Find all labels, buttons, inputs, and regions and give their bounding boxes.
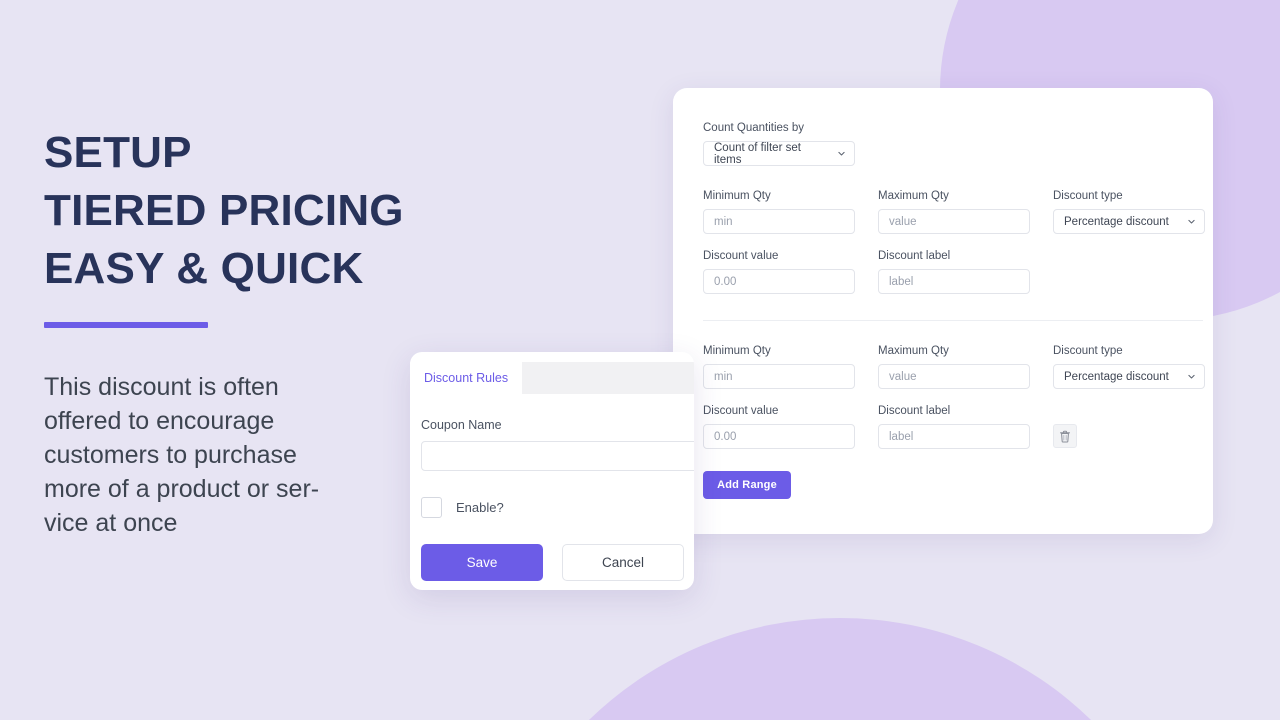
discount-label-input[interactable]: label [878, 424, 1030, 449]
save-button[interactable]: Save [421, 544, 543, 581]
hero-description-line-3: customers to purchase [44, 441, 297, 469]
tab-inactive-area[interactable] [522, 362, 694, 394]
coupon-name-input[interactable] [421, 441, 694, 471]
trash-icon [1060, 430, 1070, 443]
minimum-qty-field: Minimum Qty min [703, 190, 855, 234]
discount-type-field: Discount type Percentage discount [1053, 345, 1205, 389]
hero-description-line-4: more of a product or ser- [44, 475, 320, 503]
maximum-qty-label: Maximum Qty [878, 190, 949, 202]
page-title-line-1: SETUP [44, 128, 192, 177]
maximum-qty-field: Maximum Qty value [878, 345, 1030, 389]
minimum-qty-label: Minimum Qty [703, 345, 771, 357]
minimum-qty-input[interactable]: min [703, 364, 855, 389]
count-quantities-value: Count of filter set items [714, 141, 801, 166]
tab-discount-rules[interactable]: Discount Rules [410, 362, 523, 394]
discount-type-select[interactable]: Percentage discount [1053, 209, 1205, 234]
discount-value-label: Discount value [703, 250, 779, 262]
discount-type-label: Discount type [1053, 345, 1123, 357]
dialog-tab-bar: Discount Rules [410, 362, 694, 394]
discount-type-field: Discount type Percentage discount [1053, 190, 1205, 234]
coupon-name-label: Coupon Name [421, 418, 502, 432]
count-quantities-select[interactable]: Count of filter set items [703, 141, 855, 166]
chevron-down-icon [1188, 219, 1195, 224]
minimum-qty-label: Minimum Qty [703, 190, 771, 202]
discount-value-field: Discount value 0.00 [703, 405, 855, 449]
page-title-line-2: TIERED PRICING [44, 186, 404, 235]
hero-description-line-5: vice at once [44, 509, 178, 537]
discount-label-label: Discount label [878, 405, 951, 417]
discount-value-input[interactable]: 0.00 [703, 269, 855, 294]
enable-label: Enable? [456, 500, 504, 515]
enable-checkbox[interactable] [421, 497, 442, 518]
maximum-qty-label: Maximum Qty [878, 345, 949, 357]
enable-row: Enable? [421, 497, 694, 518]
minimum-qty-field: Minimum Qty min [703, 345, 855, 389]
count-quantities-label: Count Quantities by [703, 122, 805, 134]
discount-type-label: Discount type [1053, 190, 1123, 202]
count-quantities-field: Count Quantities by Count of filter set … [703, 122, 855, 166]
maximum-qty-field: Maximum Qty value [878, 190, 1030, 234]
discount-type-select[interactable]: Percentage discount [1053, 364, 1205, 389]
tiered-pricing-panel: Count Quantities by Count of filter set … [673, 88, 1213, 534]
dialog-body: Coupon Name Enable? Save Cancel [410, 394, 694, 581]
tier-row: Minimum Qty min Maximum Qty value Discou… [703, 345, 1213, 449]
discount-label-input[interactable]: label [878, 269, 1030, 294]
discount-value-field: Discount value 0.00 [703, 250, 855, 294]
discount-value-input[interactable]: 0.00 [703, 424, 855, 449]
discount-type-value: Percentage discount [1064, 215, 1169, 228]
maximum-qty-input[interactable]: value [878, 209, 1030, 234]
hero-description-line-2: offered to encourage [44, 407, 275, 435]
hero-description-line-1: This discount is often [44, 373, 279, 401]
maximum-qty-input[interactable]: value [878, 364, 1030, 389]
tier-divider [703, 320, 1203, 321]
chevron-down-icon [838, 151, 845, 156]
decorative-circle-bottom [480, 618, 1200, 720]
title-accent-bar [44, 322, 208, 328]
hero-section: SETUP TIERED PRICING EASY & QUICK This d… [44, 124, 464, 540]
dialog-actions: Save Cancel [421, 544, 694, 581]
add-range-button[interactable]: Add Range [703, 471, 791, 499]
page-title: SETUP TIERED PRICING EASY & QUICK [44, 124, 464, 298]
page-title-line-3: EASY & QUICK [44, 244, 364, 293]
delete-tier-button[interactable] [1053, 424, 1077, 448]
discount-label-field: Discount label label [878, 250, 1030, 294]
discount-rules-dialog: Discount Rules Coupon Name Enable? Save … [410, 352, 694, 590]
discount-label-label: Discount label [878, 250, 951, 262]
discount-value-label: Discount value [703, 405, 779, 417]
tier-row: Minimum Qty min Maximum Qty value Discou… [703, 190, 1213, 294]
discount-label-field: Discount label label [878, 405, 1030, 449]
discount-type-value: Percentage discount [1064, 370, 1169, 383]
minimum-qty-input[interactable]: min [703, 209, 855, 234]
chevron-down-icon [1188, 374, 1195, 379]
cancel-button[interactable]: Cancel [562, 544, 684, 581]
hero-description: This discount is often offered to encour… [44, 370, 364, 540]
